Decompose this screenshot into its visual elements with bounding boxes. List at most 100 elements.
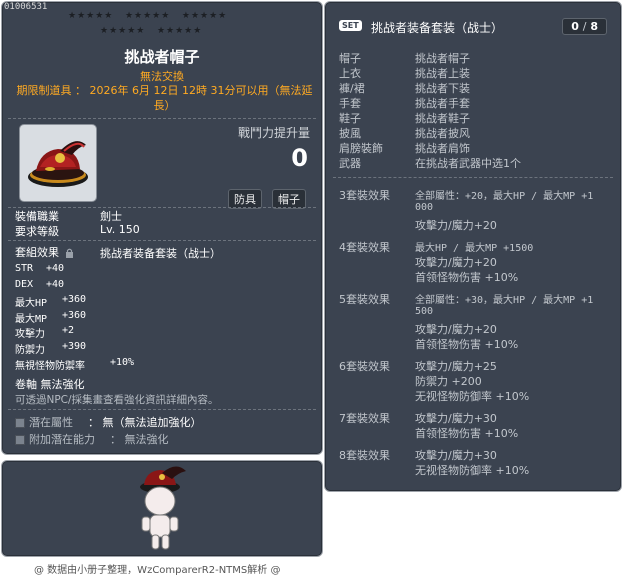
potential-value: ： 無（無法追加強化） (88, 416, 202, 429)
character-preview-panel (1, 460, 323, 557)
star-group: ★★★★★ (68, 11, 114, 21)
piece-slot: 披風 (339, 127, 361, 140)
piece-item: 挑战者手套 (415, 97, 470, 110)
addl-potential-row: 附加潛在能力 (15, 431, 95, 447)
addl-potential-value: ： 無法強化 (110, 433, 169, 446)
scroll-hint: 可透過NPC/採集畫查看強化資訊詳細內容。 (15, 394, 219, 406)
divider (8, 118, 316, 119)
req-job-value: 劍士 (100, 210, 122, 223)
potential-checkbox (15, 418, 25, 428)
piece-item: 挑战者下装 (415, 82, 470, 95)
stat-str-label: STR (15, 263, 34, 274)
stat-attack-label: 攻擊力 (15, 329, 45, 340)
piece-item: 在挑战者武器中选1个 (415, 157, 521, 170)
star-group: ★★★★★ (124, 11, 171, 21)
effect-line: 全部屬性：+20，最大HP / 最大MP +1 (415, 191, 594, 202)
item-id: 01006531 (4, 2, 48, 12)
piece-slot: 褲/裙 (339, 82, 365, 95)
piece-item: 挑战者上装 (415, 67, 470, 80)
star-group: ★★★★★ (100, 26, 146, 36)
stat-dex-value: +40 (46, 279, 65, 290)
set-count: 0 / 8 (562, 18, 607, 35)
effect-head: 6套裝效果 (339, 360, 390, 373)
piece-slot: 手套 (339, 97, 361, 110)
stat-str-value: +40 (46, 263, 65, 274)
piece-item: 挑战者帽子 (415, 52, 470, 65)
req-job-label: 裝備職業 (15, 210, 59, 223)
lock-icon (65, 248, 73, 258)
stat-maxhp-value: +360 (62, 294, 87, 305)
effect-line: 首领怪物伤害 +10% (415, 338, 519, 351)
set-count-sep: / (582, 20, 587, 33)
effect-head: 8套裝效果 (339, 449, 390, 462)
effect-line: 首领怪物伤害 +10% (415, 427, 519, 440)
stat-attack-value: +2 (62, 325, 75, 336)
scroll-line: 卷軸 無法強化 (15, 378, 85, 391)
effect-line: 攻擊力/魔力+25 (415, 360, 497, 373)
effect-line: 攻擊力/魔力+30 (415, 449, 497, 462)
effect-line: 攻擊力/魔力+30 (415, 412, 497, 425)
potential-label: 潛在屬性 (29, 416, 73, 429)
item-tooltip-panel: 01006531 ★★★★★ ★★★★★ ★★★★★ ★★★★★ ★★★★★ 挑… (1, 1, 323, 455)
piece-item: 挑战者鞋子 (415, 112, 470, 125)
stat-maxhp-label: 最大HP (15, 298, 48, 309)
req-level-value: Lv. 150 (100, 223, 140, 236)
set-count-have: 0 (571, 20, 579, 33)
potential-row: 潛在屬性 (15, 414, 73, 430)
footer-credit: @ 数据由小册子整理，WzComparerR2-NTMS解析 @ (34, 565, 281, 576)
divider (8, 240, 316, 241)
effect-line: 最大HP / 最大MP +1500 (415, 243, 534, 254)
star-group: ★★★★★ (156, 26, 203, 36)
addl-potential-checkbox (15, 435, 25, 445)
stat-defense-label: 防禦力 (15, 345, 45, 356)
expire-note: 期限制道具 ： 2026年 6月 12日 12時 31分可以用（無法延長） (16, 84, 313, 112)
effect-head: 5套裝效果 (339, 293, 390, 306)
effect-line: 攻擊力/魔力+20 (415, 323, 497, 336)
req-level-label: 要求等級 (15, 225, 59, 238)
effect-line: 500 (415, 306, 434, 317)
effect-line: 防禦力 +200 (415, 375, 482, 388)
power-value: 0 (291, 144, 308, 172)
stat-defense-value: +390 (62, 341, 87, 352)
effect-line: 首领怪物伤害 +10% (415, 271, 519, 284)
effect-line: 攻擊力/魔力+20 (415, 219, 497, 232)
set-effect-label: 套組效果 (15, 244, 74, 260)
set-count-total: 8 (590, 20, 598, 33)
character-preview (140, 466, 186, 550)
effect-line: 无视怪物防御率 +10% (415, 464, 530, 477)
set-effect-value: 挑战者装备套装（战士） (100, 247, 221, 260)
stat-ignore-def-value: +10% (110, 357, 135, 368)
piece-slot: 上衣 (339, 67, 361, 80)
stat-maxmp-value: +360 (62, 310, 87, 321)
power-label: 戰鬥力提升量 (237, 126, 310, 140)
piece-item: 挑战者披风 (415, 127, 470, 140)
effect-head: 3套裝效果 (339, 189, 390, 202)
piece-slot: 帽子 (339, 52, 361, 65)
piece-slot: 肩膀裝飾 (339, 142, 383, 155)
effect-head: 7套裝效果 (339, 412, 390, 425)
item-name: 挑战者帽子 (124, 48, 200, 66)
stat-ignore-def-label: 無視怪物防禦率 (15, 361, 85, 372)
item-icon-box (19, 124, 97, 202)
piece-slot: 武器 (339, 157, 361, 170)
stat-maxmp-label: 最大MP (15, 314, 48, 325)
effect-line: 000 (415, 202, 434, 213)
untradeable-note: 無法交換 (140, 70, 184, 83)
set-effect-label-text: 套組效果 (15, 246, 59, 259)
set-tooltip-panel: SET 挑战者装备套装（战士） 0 / 8 帽子 挑战者帽子 上衣 挑战者上装 … (324, 1, 622, 492)
effect-line: 攻擊力/魔力+20 (415, 256, 497, 269)
divider (8, 409, 316, 410)
tag-armor: 防具 (228, 189, 262, 209)
star-row-2: ★★★★★ ★★★★★ (100, 26, 202, 36)
hat-icon (28, 141, 88, 187)
set-name: 挑战者装备套装（战士） (371, 21, 504, 35)
effect-head: 4套裝效果 (339, 241, 390, 254)
stat-dex-label: DEX (15, 279, 34, 290)
star-group: ★★★★★ (181, 11, 228, 21)
effect-line: 全部屬性：+30，最大HP / 最大MP +1 (415, 295, 594, 306)
effect-line: 无视怪物防御率 +10% (415, 390, 530, 403)
divider (333, 177, 613, 178)
set-badge: SET (339, 20, 362, 31)
tag-hat: 帽子 (272, 189, 306, 209)
star-row-1: ★★★★★ ★★★★★ ★★★★★ (68, 11, 227, 21)
